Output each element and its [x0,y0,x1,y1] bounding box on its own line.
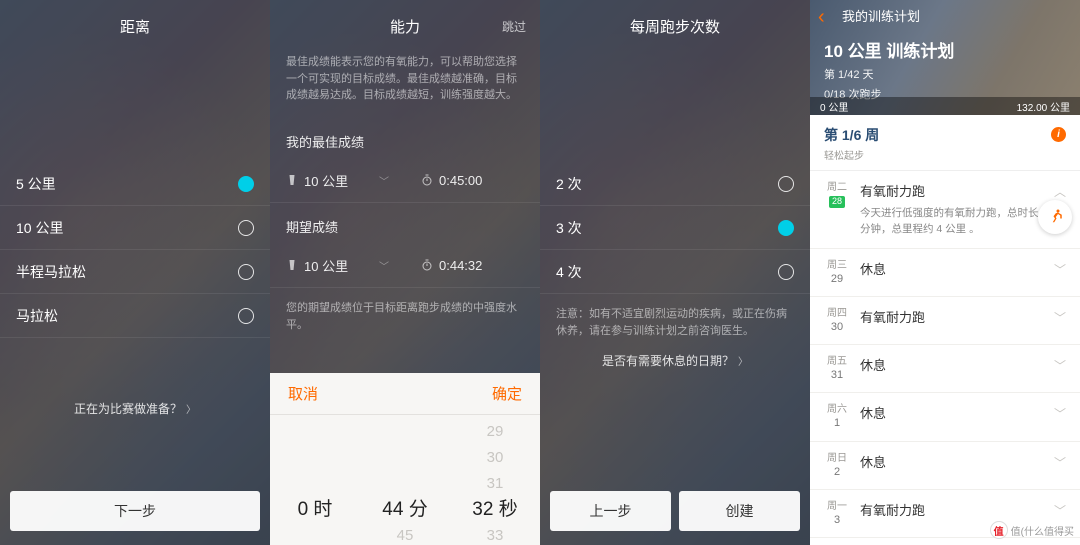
day-row[interactable]: 周四30有氧耐力跑﹀ [810,297,1080,345]
option-10km[interactable]: 10 公里 [0,206,270,250]
wheel-minutes[interactable]: 44 分 45 [360,419,450,545]
day-row[interactable]: 周三29休息﹀ [810,249,1080,297]
day-row[interactable]: 周五31休息﹀ [810,345,1080,393]
plan-day-line: 第 1/42 天 [824,66,1066,82]
option-5km[interactable]: 5 公里 [0,162,270,206]
chevron-icon: ﹀ [1054,502,1066,519]
option-2-times[interactable]: 2 次 [540,162,810,206]
radio-icon [778,176,794,192]
radio-icon [238,264,254,280]
back-caret-icon[interactable]: ‹ [818,6,825,29]
chevron-icon: ﹀ [1054,357,1066,374]
health-warning: 注意：如有不适宜剧烈运动的疾病，或正在伤病休养，请在参与训练计划之前咨询医生。 [540,294,810,352]
option-half-marathon[interactable]: 半程马拉松 [0,250,270,294]
skip-link[interactable]: 跳过 [502,18,526,35]
wheel-seconds[interactable]: 29 30 31 32 秒 33 34 35 [450,419,540,545]
runner-icon [1046,208,1064,226]
best-distance-select[interactable]: 10 公里﹀ [270,159,405,202]
radio-icon [238,308,254,324]
header-title: 我的训练计划 [842,6,1066,25]
picker-cancel[interactable]: 取消 [288,383,318,404]
stopwatch-icon [421,174,433,186]
page-title: 能力 跳过 [270,0,540,52]
stopwatch-icon [421,259,433,271]
race-prep-link[interactable]: 正在为比赛做准备？〉 [0,400,270,417]
chevron-down-icon: ﹀ [379,173,389,188]
panel-distance: 距离 5 公里 10 公里 半程马拉松 马拉松 正在为比赛做准备？〉 下一步 [0,0,270,545]
plan-hero: ‹ 我的训练计划 10 公里 训练计划 第 1/42 天 0/18 次跑步 0 … [810,0,1080,115]
option-4-times[interactable]: 4 次 [540,250,810,294]
progress-end: 132.00 公里 [1017,99,1070,114]
next-button[interactable]: 下一步 [10,491,260,531]
option-marathon[interactable]: 马拉松 [0,294,270,338]
plan-title: 10 公里 训练计划 [824,37,1066,62]
radio-selected-icon [778,220,794,236]
chevron-icon: ﹀ [1054,454,1066,471]
ability-description: 最佳成绩能表示您的有氧能力，可以帮助您选择一个可实现的目标成绩。最佳成绩越准确，… [270,52,540,118]
rest-days-link[interactable]: 是否有需要休息的日期？〉 [540,352,810,369]
page-title: 距离 [0,0,270,52]
goal-label: 期望成绩 [270,203,540,244]
wheel-hours[interactable]: 0 时 [270,419,360,545]
picker-confirm[interactable]: 确定 [492,383,522,404]
create-button[interactable]: 创建 [679,491,800,531]
watermark: 值 值(什么值得买 [990,521,1074,539]
watermark-logo-icon: 值 [990,521,1008,539]
distance-icon [286,259,298,271]
panel-ability: 能力 跳过 最佳成绩能表示您的有氧能力，可以帮助您选择一个可实现的目标成绩。最佳… [270,0,540,545]
time-picker-sheet: 取消 确定 0 时 44 分 45 29 30 31 32 秒 33 34 [270,373,540,545]
progress-start: 0 公里 [820,99,848,114]
chevron-icon: ︿ [1054,183,1066,200]
week-1-header: 第 1/6 周 轻松起步 i [810,115,1080,171]
back-button[interactable]: 上一步 [550,491,671,531]
goal-distance-select[interactable]: 10 公里﹀ [270,244,405,287]
run-fab[interactable] [1038,200,1072,234]
best-time-select[interactable]: 0:45:00 [405,159,540,202]
distance-icon [286,174,298,186]
best-label: 我的最佳成绩 [270,118,540,159]
week-2-header: 第 2/6 周 轻松起步 i [810,538,1080,545]
chevron-icon: ﹀ [1054,405,1066,422]
chevron-right-icon: 〉 [186,405,196,416]
radio-selected-icon [238,176,254,192]
chevron-right-icon: 〉 [738,357,748,368]
radio-icon [238,220,254,236]
chevron-icon: ﹀ [1054,309,1066,326]
panel-plan: ‹ 我的训练计划 10 公里 训练计划 第 1/42 天 0/18 次跑步 0 … [810,0,1080,545]
panel-frequency: 每周跑步次数 2 次 3 次 4 次 注意：如有不适宜剧烈运动的疾病，或正在伤病… [540,0,810,545]
plan-scroll[interactable]: 第 1/6 周 轻松起步 i 周二28有氧耐力跑今天进行低强度的有氧耐力跑，总时… [810,115,1080,545]
day-row[interactable]: 周日2休息﹀ [810,442,1080,490]
radio-icon [778,264,794,280]
page-title: 每周跑步次数 [540,0,810,52]
chevron-down-icon: ﹀ [379,258,389,273]
chevron-icon: ﹀ [1054,261,1066,278]
day-row[interactable]: 周六1休息﹀ [810,393,1080,441]
option-3-times[interactable]: 3 次 [540,206,810,250]
goal-note: 您的期望成绩位于目标距离跑步成绩的中强度水平。 [270,288,540,346]
info-icon[interactable]: i [1051,127,1066,142]
goal-time-select[interactable]: 0:44:32 [405,244,540,287]
